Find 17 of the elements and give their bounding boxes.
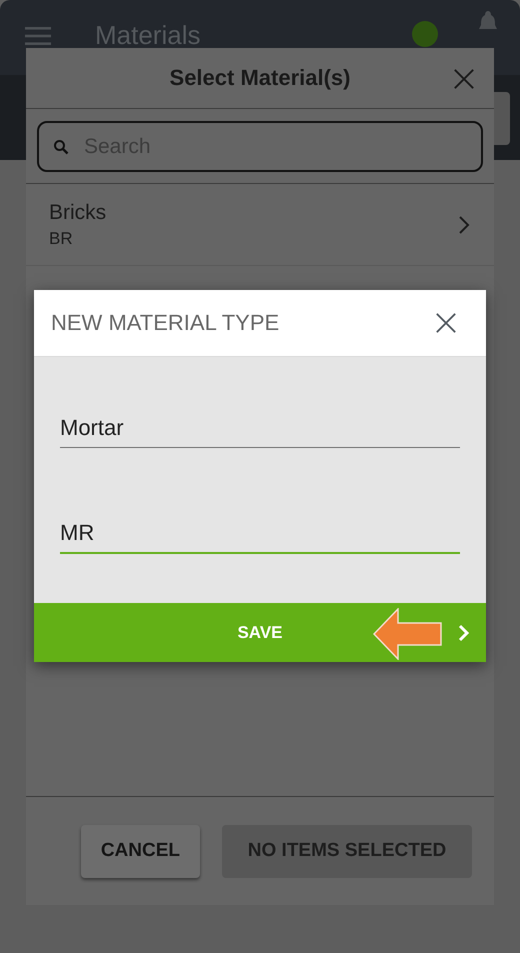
chevron-right-icon[interactable] bbox=[458, 624, 470, 642]
close-icon[interactable] bbox=[453, 68, 475, 90]
chevron-right-icon bbox=[458, 214, 470, 234]
status-dot bbox=[412, 20, 438, 46]
dialog-title: NEW MATERIAL TYPE bbox=[51, 310, 280, 336]
dialog-title: Select Material(s) bbox=[170, 65, 350, 91]
material-code: BR bbox=[49, 228, 74, 248]
material-name: Bricks bbox=[49, 200, 108, 224]
input-field[interactable]: MR bbox=[60, 516, 460, 554]
material-item[interactable]: Bricks BR bbox=[26, 184, 494, 266]
input-field[interactable]: Mortar bbox=[60, 411, 460, 448]
search-icon bbox=[53, 139, 69, 155]
menu-icon[interactable] bbox=[25, 26, 51, 44]
save-button[interactable]: SAVE bbox=[221, 614, 299, 650]
close-icon[interactable] bbox=[435, 312, 457, 334]
arrow-left-icon bbox=[373, 608, 443, 660]
dialog-button[interactable]: CANCEL bbox=[80, 824, 200, 878]
